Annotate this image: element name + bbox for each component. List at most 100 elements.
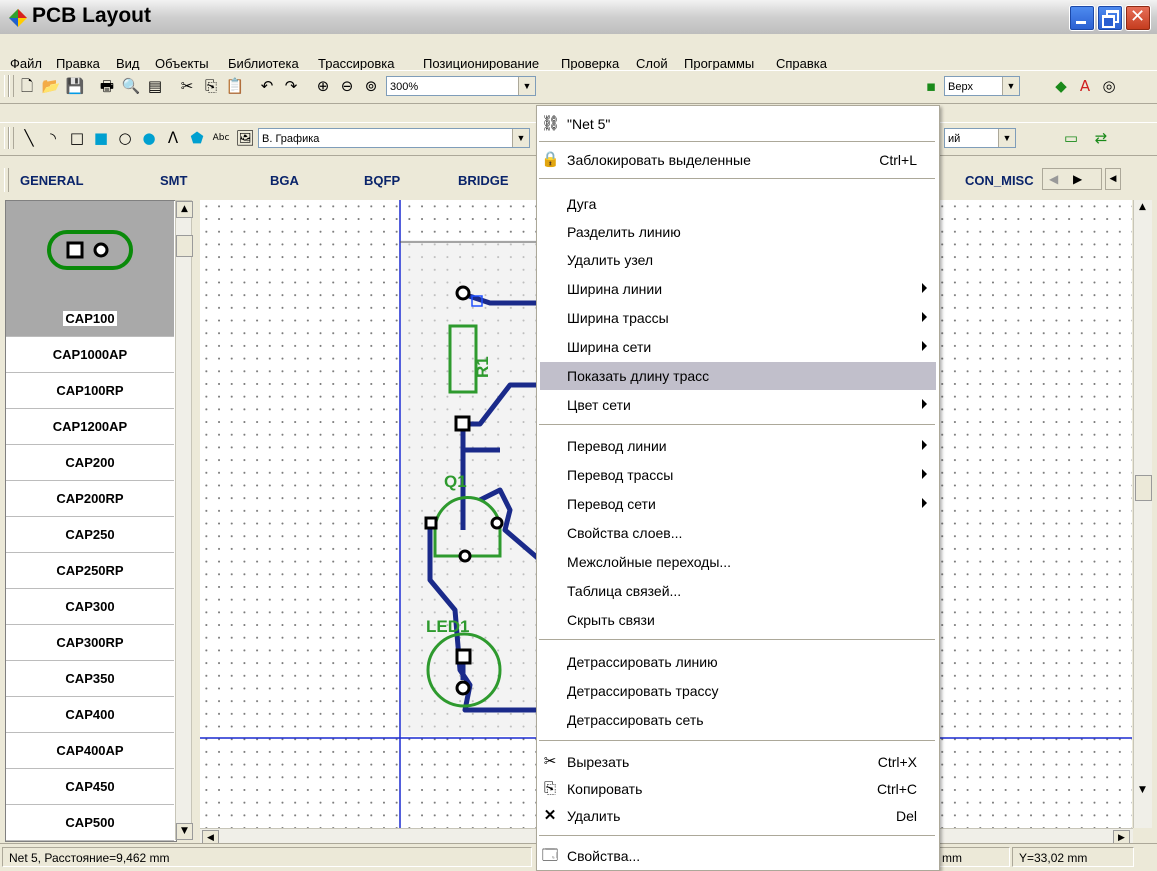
menu-edit[interactable]: Правка xyxy=(56,56,100,71)
undo-icon[interactable]: ↶ xyxy=(256,76,278,96)
tab-bga[interactable]: BGA xyxy=(270,173,299,188)
menu-item-copy[interactable]: ⎘ Копировать Ctrl+C xyxy=(537,775,937,803)
menu-item-line-width[interactable]: Ширина линии xyxy=(537,275,937,303)
rectangle-icon[interactable]: □ xyxy=(66,128,88,148)
menu-view[interactable]: Вид xyxy=(116,56,140,71)
menu-item-vias[interactable]: Межслойные переходы... xyxy=(537,548,937,576)
zoom-in-icon[interactable]: ⊕ xyxy=(312,76,334,96)
document-icon[interactable]: ▤ xyxy=(144,76,166,96)
tab-bridge[interactable]: BRIDGE xyxy=(458,173,509,188)
filled-ellipse-icon[interactable]: ● xyxy=(138,128,160,148)
menu-library[interactable]: Библиотека xyxy=(228,56,299,71)
print-icon[interactable]: 🖶 xyxy=(96,76,118,96)
menu-item-split-line[interactable]: Разделить линию xyxy=(537,218,937,246)
zoom-combo[interactable]: 300% ▼ xyxy=(386,76,536,96)
list-item[interactable]: CAP200 xyxy=(6,445,174,481)
polyline-icon[interactable]: ᐱ xyxy=(162,128,184,148)
list-item[interactable]: CAP200RP xyxy=(6,481,174,517)
tab-scroll[interactable]: ◀ ▶ xyxy=(1042,168,1102,190)
list-item[interactable]: CAP300RP xyxy=(6,625,174,661)
swap-icon[interactable]: ⇄ xyxy=(1090,128,1112,148)
scroll-down-icon[interactable]: ▼ xyxy=(176,823,193,840)
menu-item-lock[interactable]: 🔒 Заблокировать выделенные Ctrl+L xyxy=(537,146,937,174)
print-preview-icon[interactable]: 🔍 xyxy=(120,76,142,96)
paste-icon[interactable]: 📋 xyxy=(224,76,246,96)
arc-icon[interactable]: ◝ xyxy=(42,128,64,148)
menu-item-trace-width[interactable]: Ширина трассы xyxy=(537,304,937,332)
line-icon[interactable]: ╲ xyxy=(18,128,40,148)
scroll-up-icon[interactable]: ▲ xyxy=(176,201,193,218)
menu-positioning[interactable]: Позиционирование xyxy=(423,56,539,71)
save-icon[interactable]: 💾 xyxy=(64,76,86,96)
menu-item-delete[interactable]: ✕ Удалить Del xyxy=(537,802,937,830)
restore-button[interactable] xyxy=(1097,5,1123,31)
chevron-left-icon[interactable]: ◀ xyxy=(1049,169,1058,189)
list-item[interactable]: CAP250 xyxy=(6,517,174,553)
list-item[interactable]: CAP450 xyxy=(6,769,174,805)
list-item[interactable]: CAP350 xyxy=(6,661,174,697)
menu-file[interactable]: Файл xyxy=(10,56,42,71)
tab-menu-button[interactable]: ◀ xyxy=(1105,168,1121,190)
menu-item-connection-table[interactable]: Таблица связей... xyxy=(537,577,937,605)
menu-item-delete-node[interactable]: Удалить узел xyxy=(537,246,937,274)
polygon-icon[interactable]: ⬟ xyxy=(186,128,208,148)
chevron-right-icon[interactable]: ▶ xyxy=(1073,169,1082,189)
list-item[interactable]: CAP500 xyxy=(6,805,174,841)
menu-item-arc[interactable]: Дуга xyxy=(537,190,937,218)
scroll-up-icon[interactable]: ▲ xyxy=(1135,200,1150,215)
list-item[interactable]: CAP400 xyxy=(6,697,174,733)
graphics-layer-combo[interactable]: В. Графика ▼ xyxy=(258,128,530,148)
close-button[interactable]: ✕ xyxy=(1125,5,1151,31)
menu-item-convert-net[interactable]: Перевод сети xyxy=(537,490,937,518)
list-item[interactable]: CAP1200AP xyxy=(6,409,174,445)
filled-rectangle-icon[interactable]: ■ xyxy=(90,128,112,148)
text-icon[interactable]: Abc xyxy=(210,128,232,148)
target-icon[interactable]: ◎ xyxy=(1098,76,1120,96)
tab-smt[interactable]: SMT xyxy=(160,173,187,188)
side-combo[interactable]: ий ▼ xyxy=(944,128,1016,148)
tab-con-misc[interactable]: CON_MISC xyxy=(965,173,1034,188)
cut-icon[interactable]: ✂ xyxy=(176,76,198,96)
scroll-thumb[interactable] xyxy=(1135,475,1152,501)
list-item[interactable]: CAP400AP xyxy=(6,733,174,769)
image-icon[interactable]: 🖼 xyxy=(234,128,256,148)
component-icon[interactable]: ▭ xyxy=(1060,128,1082,148)
menu-item-hide-connections[interactable]: Скрыть связи xyxy=(537,606,937,634)
menu-item-net-color[interactable]: Цвет сети xyxy=(537,391,937,419)
list-item[interactable]: CAP1000AP xyxy=(6,337,174,373)
menu-objects[interactable]: Объекты xyxy=(155,56,209,71)
scroll-thumb[interactable] xyxy=(176,235,193,257)
via-icon[interactable]: ◆ xyxy=(1050,76,1072,96)
menu-item-unroute-line[interactable]: Детрассировать линию xyxy=(537,648,937,676)
menu-item-unroute-trace[interactable]: Детрассировать трассу xyxy=(537,677,937,705)
menu-item-net-header[interactable]: ⛓ "Net 5" xyxy=(537,110,937,138)
zoom-out-icon[interactable]: ⊖ xyxy=(336,76,358,96)
copy-icon[interactable]: ⎘ xyxy=(200,76,222,96)
list-item[interactable]: CAP300 xyxy=(6,589,174,625)
text-tool-icon[interactable]: A xyxy=(1074,76,1096,96)
minimize-button[interactable] xyxy=(1069,5,1095,31)
menu-item-convert-line[interactable]: Перевод линии xyxy=(537,432,937,460)
component-list-scrollbar[interactable]: ▲ ▼ xyxy=(175,200,193,840)
tab-bqfp[interactable]: BQFP xyxy=(364,173,400,188)
menu-item-properties[interactable]: 🗔 Свойства... xyxy=(537,842,937,870)
ellipse-icon[interactable]: ○ xyxy=(114,128,136,148)
list-item[interactable]: CAP100RP xyxy=(6,373,174,409)
tab-general[interactable]: GENERAL xyxy=(20,173,84,188)
list-item[interactable]: CAP100 xyxy=(6,301,174,337)
list-item[interactable]: CAP250RP xyxy=(6,553,174,589)
scroll-down-icon[interactable]: ▼ xyxy=(1135,783,1150,798)
menu-item-show-trace-length[interactable]: Показать длину трасс xyxy=(540,362,936,390)
menu-item-convert-trace[interactable]: Перевод трассы xyxy=(537,461,937,489)
open-icon[interactable]: 📂 xyxy=(40,76,62,96)
menu-help[interactable]: Справка xyxy=(776,56,827,71)
canvas-vertical-scrollbar[interactable]: ▲ ▼ xyxy=(1133,200,1152,828)
redo-icon[interactable]: ↷ xyxy=(280,76,302,96)
menu-item-layer-properties[interactable]: Свойства слоев... xyxy=(537,519,937,547)
menu-routing[interactable]: Трассировка xyxy=(318,56,395,71)
menu-item-cut[interactable]: ✂ Вырезать Ctrl+X xyxy=(537,748,937,776)
menu-check[interactable]: Проверка xyxy=(561,56,619,71)
menu-item-net-width[interactable]: Ширина сети xyxy=(537,333,937,361)
menu-layer[interactable]: Слой xyxy=(636,56,668,71)
new-icon[interactable]: 🗋 xyxy=(16,76,38,96)
